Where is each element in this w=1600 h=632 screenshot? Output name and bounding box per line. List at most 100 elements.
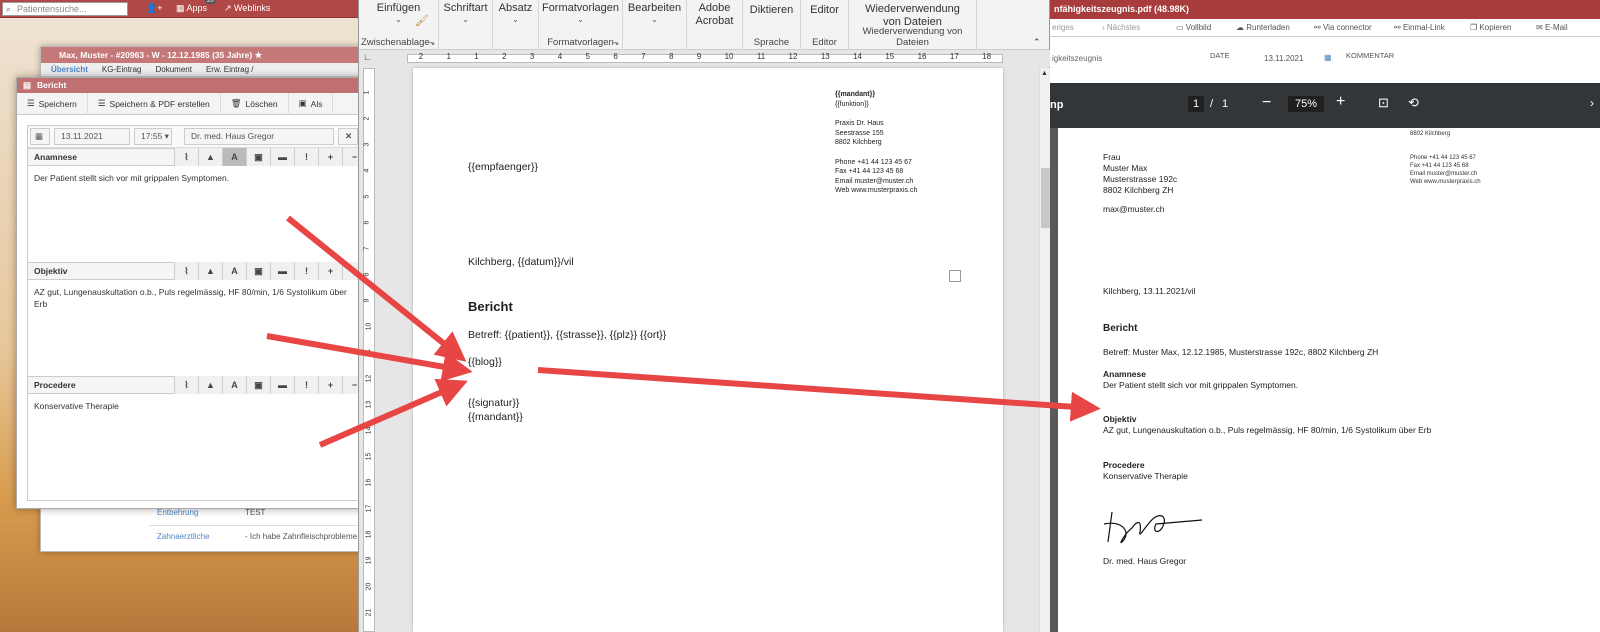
dialog-launcher-icon[interactable]: ⬎ (429, 39, 435, 47)
more-icon[interactable]: › (1590, 96, 1594, 110)
tab-uebersicht[interactable]: Übersicht (51, 63, 88, 76)
plus-icon[interactable]: + (318, 376, 342, 394)
tab-kg-eintrag[interactable]: KG-Eintrag (102, 63, 142, 76)
time-select[interactable]: 17:55 ▾ (134, 128, 172, 145)
section-objektiv: Objektiv ⌇ ▲ A ▣ ▬! + − AZ gut, Lungenauskulta… (28, 262, 366, 376)
date-value[interactable]: 13.11.2021 (1264, 54, 1303, 63)
pdf-section-procedere: Procedere Konservative Therapie (1103, 460, 1188, 482)
scroll-thumb[interactable] (1041, 168, 1050, 228)
tab-erw-eintrag[interactable]: Erw. Eintrag / (206, 63, 254, 76)
apps-button[interactable]: ▦ Apps (176, 3, 207, 14)
format-painter-icon[interactable]: 🖌 (415, 14, 429, 27)
font-icon[interactable]: A (222, 376, 246, 394)
warning-icon[interactable]: ▲ (198, 376, 222, 394)
one-time-link-button[interactable]: ⚯ Einmal-Link (1394, 23, 1445, 32)
pdf-page[interactable]: 8802 Kilchberg Phone +41 44 123 45 67 Fa… (1058, 128, 1600, 632)
word-window: Einfügen ⌄ 🖌 Zwischenablage ⬎ Schriftart… (358, 0, 1051, 632)
zoom-input[interactable]: 75% (1288, 96, 1325, 112)
calendar-icon[interactable]: ▦ (1324, 53, 1332, 62)
attach-icon[interactable]: ⌇ (174, 262, 198, 280)
patient-search-input[interactable]: ⌕ Patientensuche... (2, 2, 128, 16)
fit-page-icon[interactable]: ⊡ (1378, 95, 1389, 111)
dialog-title-text: Bericht (37, 80, 67, 90)
plus-icon[interactable]: + (318, 148, 342, 166)
pdf-letterhead: 8802 Kilchberg Phone +41 44 123 45 67 Fa… (1410, 130, 1481, 186)
plus-icon[interactable]: + (318, 262, 342, 280)
ribbon-bearbeiten[interactable]: Bearbeiten ⌄ (623, 0, 687, 50)
calendar-icon[interactable]: ▦ (30, 128, 50, 145)
date-field[interactable]: 13.11.2021 (54, 128, 130, 145)
row-key[interactable]: Zahnaerztliche (149, 526, 245, 549)
tab-dokument[interactable]: Dokument (155, 63, 191, 76)
horizontal-ruler[interactable]: ∟ 2 1 1 2 3 4 5 6 7 8 9 10 11 12 13 14 1… (359, 50, 1051, 67)
vertical-ruler[interactable]: 1 2 3 4 5 6 7 8 9 10 11 12 13 14 15 16 1… (363, 68, 375, 632)
info-icon[interactable]: ! (294, 376, 318, 394)
objektiv-text[interactable]: AZ gut, Lungenauskultation o.b., Puls re… (28, 280, 366, 376)
apps-badge: 20 (205, 0, 216, 4)
section-procedere: Procedere ⌇ ▲ A ▣ ▬! + − Konservative Therapie (28, 376, 366, 490)
section-label: Objektiv (34, 266, 68, 276)
page-number-input[interactable]: 1 (1188, 96, 1205, 112)
vruler-number: 13 (365, 400, 373, 409)
save-icon[interactable]: ▣ (246, 376, 270, 394)
ribbon-diktieren[interactable]: Diktieren Sprache (743, 0, 801, 50)
apps-label: Apps (186, 3, 208, 13)
trash-icon[interactable]: ▬ (270, 148, 294, 166)
one-time-link-label: Einmal-Link (1402, 23, 1445, 32)
vruler-number: 4 (363, 168, 371, 173)
attach-icon[interactable]: ⌇ (174, 148, 198, 166)
pdf-praxis-city: 8802 Kilchberg (1410, 131, 1451, 137)
document-name-field[interactable]: igkeitszeugnis (1052, 54, 1102, 63)
dialog-body: ▦ 13.11.2021 17:55 ▾ Dr. med. Haus Grego… (27, 125, 367, 501)
ribbon-editor[interactable]: Editor Editor (801, 0, 849, 50)
ribbon-einfuegen[interactable]: Einfügen ⌄ 🖌 Zwischenablage ⬎ (359, 0, 439, 50)
next-button[interactable]: › Nächstes (1102, 23, 1140, 32)
ribbon-formatvorlagen[interactable]: Formatvorlagen ⌄ Formatvorlagen ⬎ (539, 0, 623, 50)
fullscreen-button[interactable]: ▭ Vollbild (1176, 23, 1211, 32)
download-button[interactable]: ☁ Runterladen (1236, 23, 1290, 32)
star-icon[interactable]: ★ (255, 50, 263, 60)
dialog-launcher-icon[interactable]: ⬎ (613, 39, 619, 47)
ribbon-adobe-acrobat[interactable]: Adobe Acrobat (687, 0, 743, 50)
vruler-number: 19 (365, 556, 373, 565)
rotate-icon[interactable]: ⟲ (1408, 95, 1419, 111)
font-icon[interactable]: A (222, 262, 246, 280)
info-icon[interactable]: ! (294, 148, 318, 166)
scroll-up-icon[interactable]: ▲ (1041, 70, 1048, 77)
info-icon[interactable]: ! (294, 262, 318, 280)
font-icon[interactable]: A (222, 148, 246, 166)
pdf-section-anamnese: Anamnese Der Patient stellt sich vor mit… (1103, 369, 1298, 391)
zoom-in-icon[interactable]: + (1336, 93, 1345, 111)
save-as-button[interactable]: ▣ Als (289, 92, 334, 115)
anamnese-text[interactable]: Der Patient stellt sich vor mit grippale… (28, 166, 366, 262)
weblinks-button[interactable]: ↗ Weblinks (224, 3, 270, 14)
warning-icon[interactable]: ▲ (198, 262, 222, 280)
save-icon[interactable]: ▣ (246, 148, 270, 166)
add-user-icon[interactable]: 👤+ (146, 3, 162, 14)
save-pdf-button[interactable]: ☰ Speichern & PDF erstellen (88, 92, 221, 115)
trash-icon[interactable]: ▬ (270, 262, 294, 280)
warning-icon[interactable]: ▲ (198, 148, 222, 166)
delete-button[interactable]: 🗑 Löschen (221, 92, 289, 115)
email-button[interactable]: ✉ E-Mail (1536, 23, 1568, 32)
clear-doctor-button[interactable]: ✕ (338, 128, 358, 145)
ribbon-wiederverwendung[interactable]: Wiederverwendung von Dateien Wiederverwe… (849, 0, 977, 50)
trash-icon[interactable]: ▬ (270, 376, 294, 394)
tab-selector-icon[interactable]: ∟ (363, 52, 372, 62)
doctor-field[interactable]: Dr. med. Haus Gregor (184, 128, 334, 145)
previous-button[interactable]: eriges (1052, 23, 1074, 32)
checkbox[interactable] (949, 270, 961, 282)
via-connector-button[interactable]: ⚯ Via connector (1314, 23, 1372, 32)
copy-button[interactable]: ❐ Kopieren (1470, 23, 1511, 32)
save-icon[interactable]: ▣ (246, 262, 270, 280)
procedere-text[interactable]: Konservative Therapie (28, 394, 366, 490)
ribbon-absatz[interactable]: Absatz ⌄ (493, 0, 539, 50)
pdf-heading: Bericht (1103, 323, 1138, 334)
ribbon-schriftart[interactable]: Schriftart ⌄ (439, 0, 493, 50)
zoom-out-icon[interactable]: − (1262, 94, 1271, 112)
collapse-ribbon-icon[interactable]: ⌃ (1033, 37, 1041, 48)
attach-icon[interactable]: ⌇ (174, 376, 198, 394)
save-button[interactable]: ☰ Speichern (17, 92, 88, 115)
word-document-page[interactable]: {{mandant}} {{funktion}} Praxis Dr. Haus… (413, 68, 1003, 632)
praxis-name: Praxis Dr. Haus (835, 120, 884, 127)
